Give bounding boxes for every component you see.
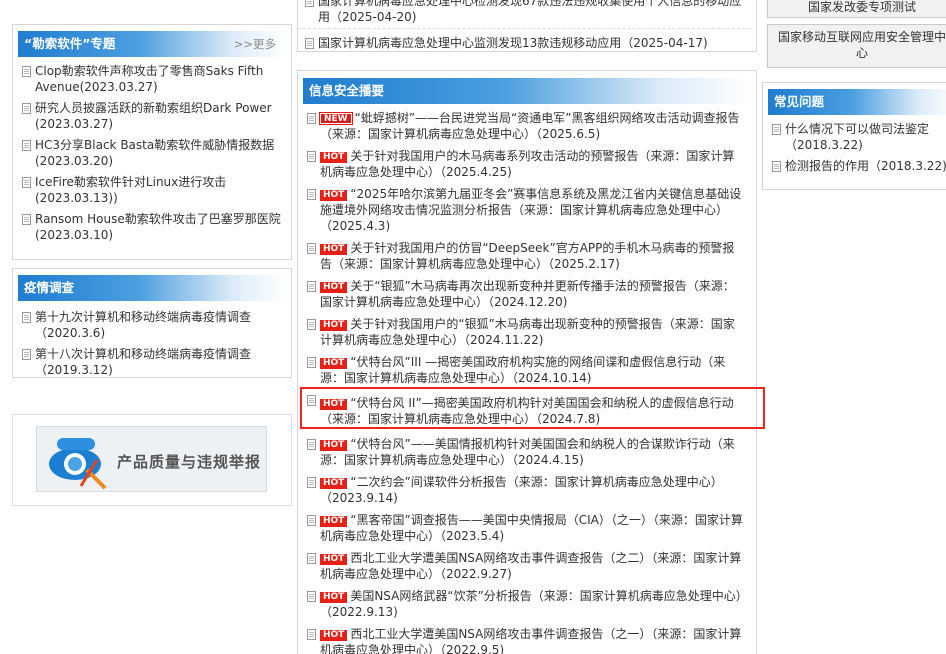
document-icon — [307, 189, 316, 200]
document-icon — [307, 439, 316, 450]
list-item[interactable]: 第十八次计算机和移动终端病毒疫情调查（2019.3.12) — [17, 346, 287, 378]
list-item[interactable]: HOT “黑客帝国”调查报告——美国中央情报局（CIA）（之一）（来源：国家计算机… — [300, 512, 744, 544]
ransomware-panel: “勒索软件”专题 >>更多 Clop勒索软件声称攻击了零售商Saks Fifth… — [12, 24, 292, 260]
survey-header: 疫情调查 — [18, 275, 286, 301]
faq-list: 什么情况下可以做司法鉴定（2018.3.22) 检测报告的作用（2018.3.2… — [763, 115, 946, 174]
document-icon — [307, 243, 316, 254]
list-item[interactable]: 研究人员披露活跃的新勒索组织Dark Power (2023.03.27) — [17, 100, 287, 132]
list-item[interactable]: Ransom House勒索软件攻击了巴塞罗那医院(2023.03.10) — [17, 211, 287, 243]
document-icon — [307, 591, 316, 602]
hot-badge: HOT — [320, 358, 348, 369]
faq-title: 常见问题 — [774, 94, 825, 109]
document-icon — [307, 477, 316, 488]
document-icon — [305, 0, 314, 7]
document-icon — [22, 349, 31, 360]
digest-list: NEW “蚍蜉撼树”——台民进党当局“资通电军”黑客组织网络攻击活动调查报告（来源… — [298, 104, 756, 654]
list-item[interactable]: HOT 美国NSA网络武器“饮茶”分析报告（来源：国家计算机病毒应急处理中心）（2… — [300, 588, 744, 620]
phone-icon — [49, 438, 107, 490]
hot-badge: HOT — [320, 320, 348, 331]
banner-text: 产品质量与违规举报 — [117, 453, 262, 471]
list-item[interactable]: HOT 关于针对我国用户的木马病毒系列攻击活动的预警报告（来源：国家计算机病毒应急… — [300, 148, 744, 180]
hot-badge: HOT — [320, 478, 348, 489]
list-item[interactable]: 检测报告的作用（2018.3.22) — [767, 158, 946, 174]
document-icon — [307, 553, 316, 564]
document-icon — [307, 319, 316, 330]
list-item[interactable]: HC3分享Black Basta勒索软件威胁情报数据(2023.03.20) — [17, 137, 287, 169]
digest-header: 信息安全播要 — [303, 78, 751, 104]
ransomware-header: “勒索软件”专题 >>更多 — [18, 31, 286, 57]
digest-panel: 信息安全播要 NEW “蚍蜉撼树”——台民进党当局“资通电军”黑客组织网络攻击活动… — [297, 70, 757, 654]
list-item[interactable]: 国家计算机病毒应急处理中心检测发现67款违法违规收集使用个人信息的移动应用（20… — [298, 0, 750, 29]
hot-badge: HOT — [320, 440, 348, 451]
list-item[interactable]: NEW “蚍蜉撼树”——台民进党当局“资通电军”黑客组织网络攻击活动调查报告（来源… — [300, 110, 744, 142]
document-icon — [307, 629, 316, 640]
faq-header: 常见问题 — [768, 89, 946, 115]
list-item[interactable]: IceFire勒索软件针对Linux进行攻击(2023.03.13)) — [17, 174, 287, 206]
digest-title: 信息安全播要 — [309, 83, 385, 98]
hot-badge: HOT — [320, 630, 348, 641]
survey-panel: 疫情调查 第十九次计算机和移动终端病毒疫情调查（2020.3.6) 第十八次计算… — [12, 268, 292, 378]
document-icon — [22, 312, 31, 323]
hot-badge: HOT — [320, 152, 348, 163]
document-icon — [22, 140, 31, 151]
document-icon — [307, 357, 316, 368]
document-icon — [22, 177, 31, 188]
document-icon — [307, 151, 316, 162]
list-item[interactable]: HOT 关于“银狐”木马病毒再次出现新变种并更新传播手法的预警报告（来源：国家计算… — [300, 278, 744, 310]
new-badge: NEW — [319, 112, 353, 125]
document-icon — [772, 124, 781, 135]
report-banner[interactable]: 产品质量与违规举报 — [36, 426, 267, 492]
document-icon — [22, 214, 31, 225]
more-link[interactable]: >>更多 — [234, 31, 276, 57]
news-list: 国家计算机病毒应急处理中心检测发现67款违法违规收集使用个人信息的移动应用（20… — [298, 0, 756, 51]
hot-badge: HOT — [320, 592, 348, 603]
document-icon — [22, 103, 31, 114]
document-icon — [307, 281, 316, 292]
hot-badge: HOT — [320, 244, 348, 255]
list-item[interactable]: HOT “伏特台风”——美国情报机构针对美国国会和纳税人的合谋欺诈行动（来源：国家… — [300, 436, 744, 468]
page: “勒索软件”专题 >>更多 Clop勒索软件声称攻击了零售商Saks Fifth… — [0, 0, 946, 654]
list-item[interactable]: HOT “2025年哈尔滨第九届亚冬会”赛事信息系统及黑龙江省内关键信息基础设施遭… — [300, 186, 744, 234]
ransomware-list: Clop勒索软件声称攻击了零售商Saks Fifth Avenue(2023.0… — [13, 57, 291, 243]
hot-badge: HOT — [320, 516, 348, 527]
list-item[interactable]: 国家计算机病毒应急处理中心监测发现13款违规移动应用（2025-04-17) — [298, 35, 750, 51]
survey-list: 第十九次计算机和移动终端病毒疫情调查（2020.3.6) 第十八次计算机和移动终… — [13, 301, 291, 378]
document-icon — [307, 113, 316, 124]
mobile-security-center-button[interactable]: 国家移动互联网应用安全管理中心 — [767, 24, 946, 68]
news-panel: 国家计算机病毒应急处理中心检测发现67款违法违规收集使用个人信息的移动应用（20… — [297, 0, 757, 52]
ransomware-title: “勒索软件”专题 — [24, 36, 116, 51]
list-item[interactable]: HOT 西北工业大学遭美国NSA网络攻击事件调查报告（之二）（来源：国家计算机病毒… — [300, 550, 744, 582]
document-icon — [772, 161, 781, 172]
list-item[interactable]: 第十九次计算机和移动终端病毒疫情调查（2020.3.6) — [17, 309, 287, 341]
ndrc-test-button[interactable]: 国家发改委专项测试 — [767, 0, 946, 18]
list-item[interactable]: 什么情况下可以做司法鉴定（2018.3.22) — [767, 121, 946, 153]
document-icon — [22, 66, 31, 77]
highlight-frame — [300, 387, 765, 429]
faq-panel: 常见问题 什么情况下可以做司法鉴定（2018.3.22) 检测报告的作用（201… — [762, 82, 946, 190]
list-item[interactable]: HOT 西北工业大学遭美国NSA网络攻击事件调查报告（之一）（来源：国家计算机病毒… — [300, 626, 744, 654]
document-icon — [307, 515, 316, 526]
hot-badge: HOT — [320, 282, 348, 293]
list-item[interactable]: HOT 关于针对我国用户的“银狐”木马病毒出现新变种的预警报告（来源：国家计算机病… — [300, 316, 744, 348]
list-item[interactable]: Clop勒索软件声称攻击了零售商Saks Fifth Avenue(2023.0… — [17, 63, 287, 95]
list-item[interactable]: HOT 关于针对我国用户的仿冒“DeepSeek”官方APP的手机木马病毒的预警报… — [300, 240, 744, 272]
document-icon — [305, 38, 314, 49]
list-item[interactable]: HOT “二次约会”间谍软件分析报告（来源：国家计算机病毒应急处理中心）（2023… — [300, 474, 744, 506]
list-item[interactable]: HOT “伏特台风”III —揭密美国政府机构实施的网络间谍和虚假信息行动（来源：… — [300, 354, 744, 386]
hot-badge: HOT — [320, 554, 348, 565]
survey-title: 疫情调查 — [24, 280, 75, 295]
hot-badge: HOT — [320, 190, 348, 201]
